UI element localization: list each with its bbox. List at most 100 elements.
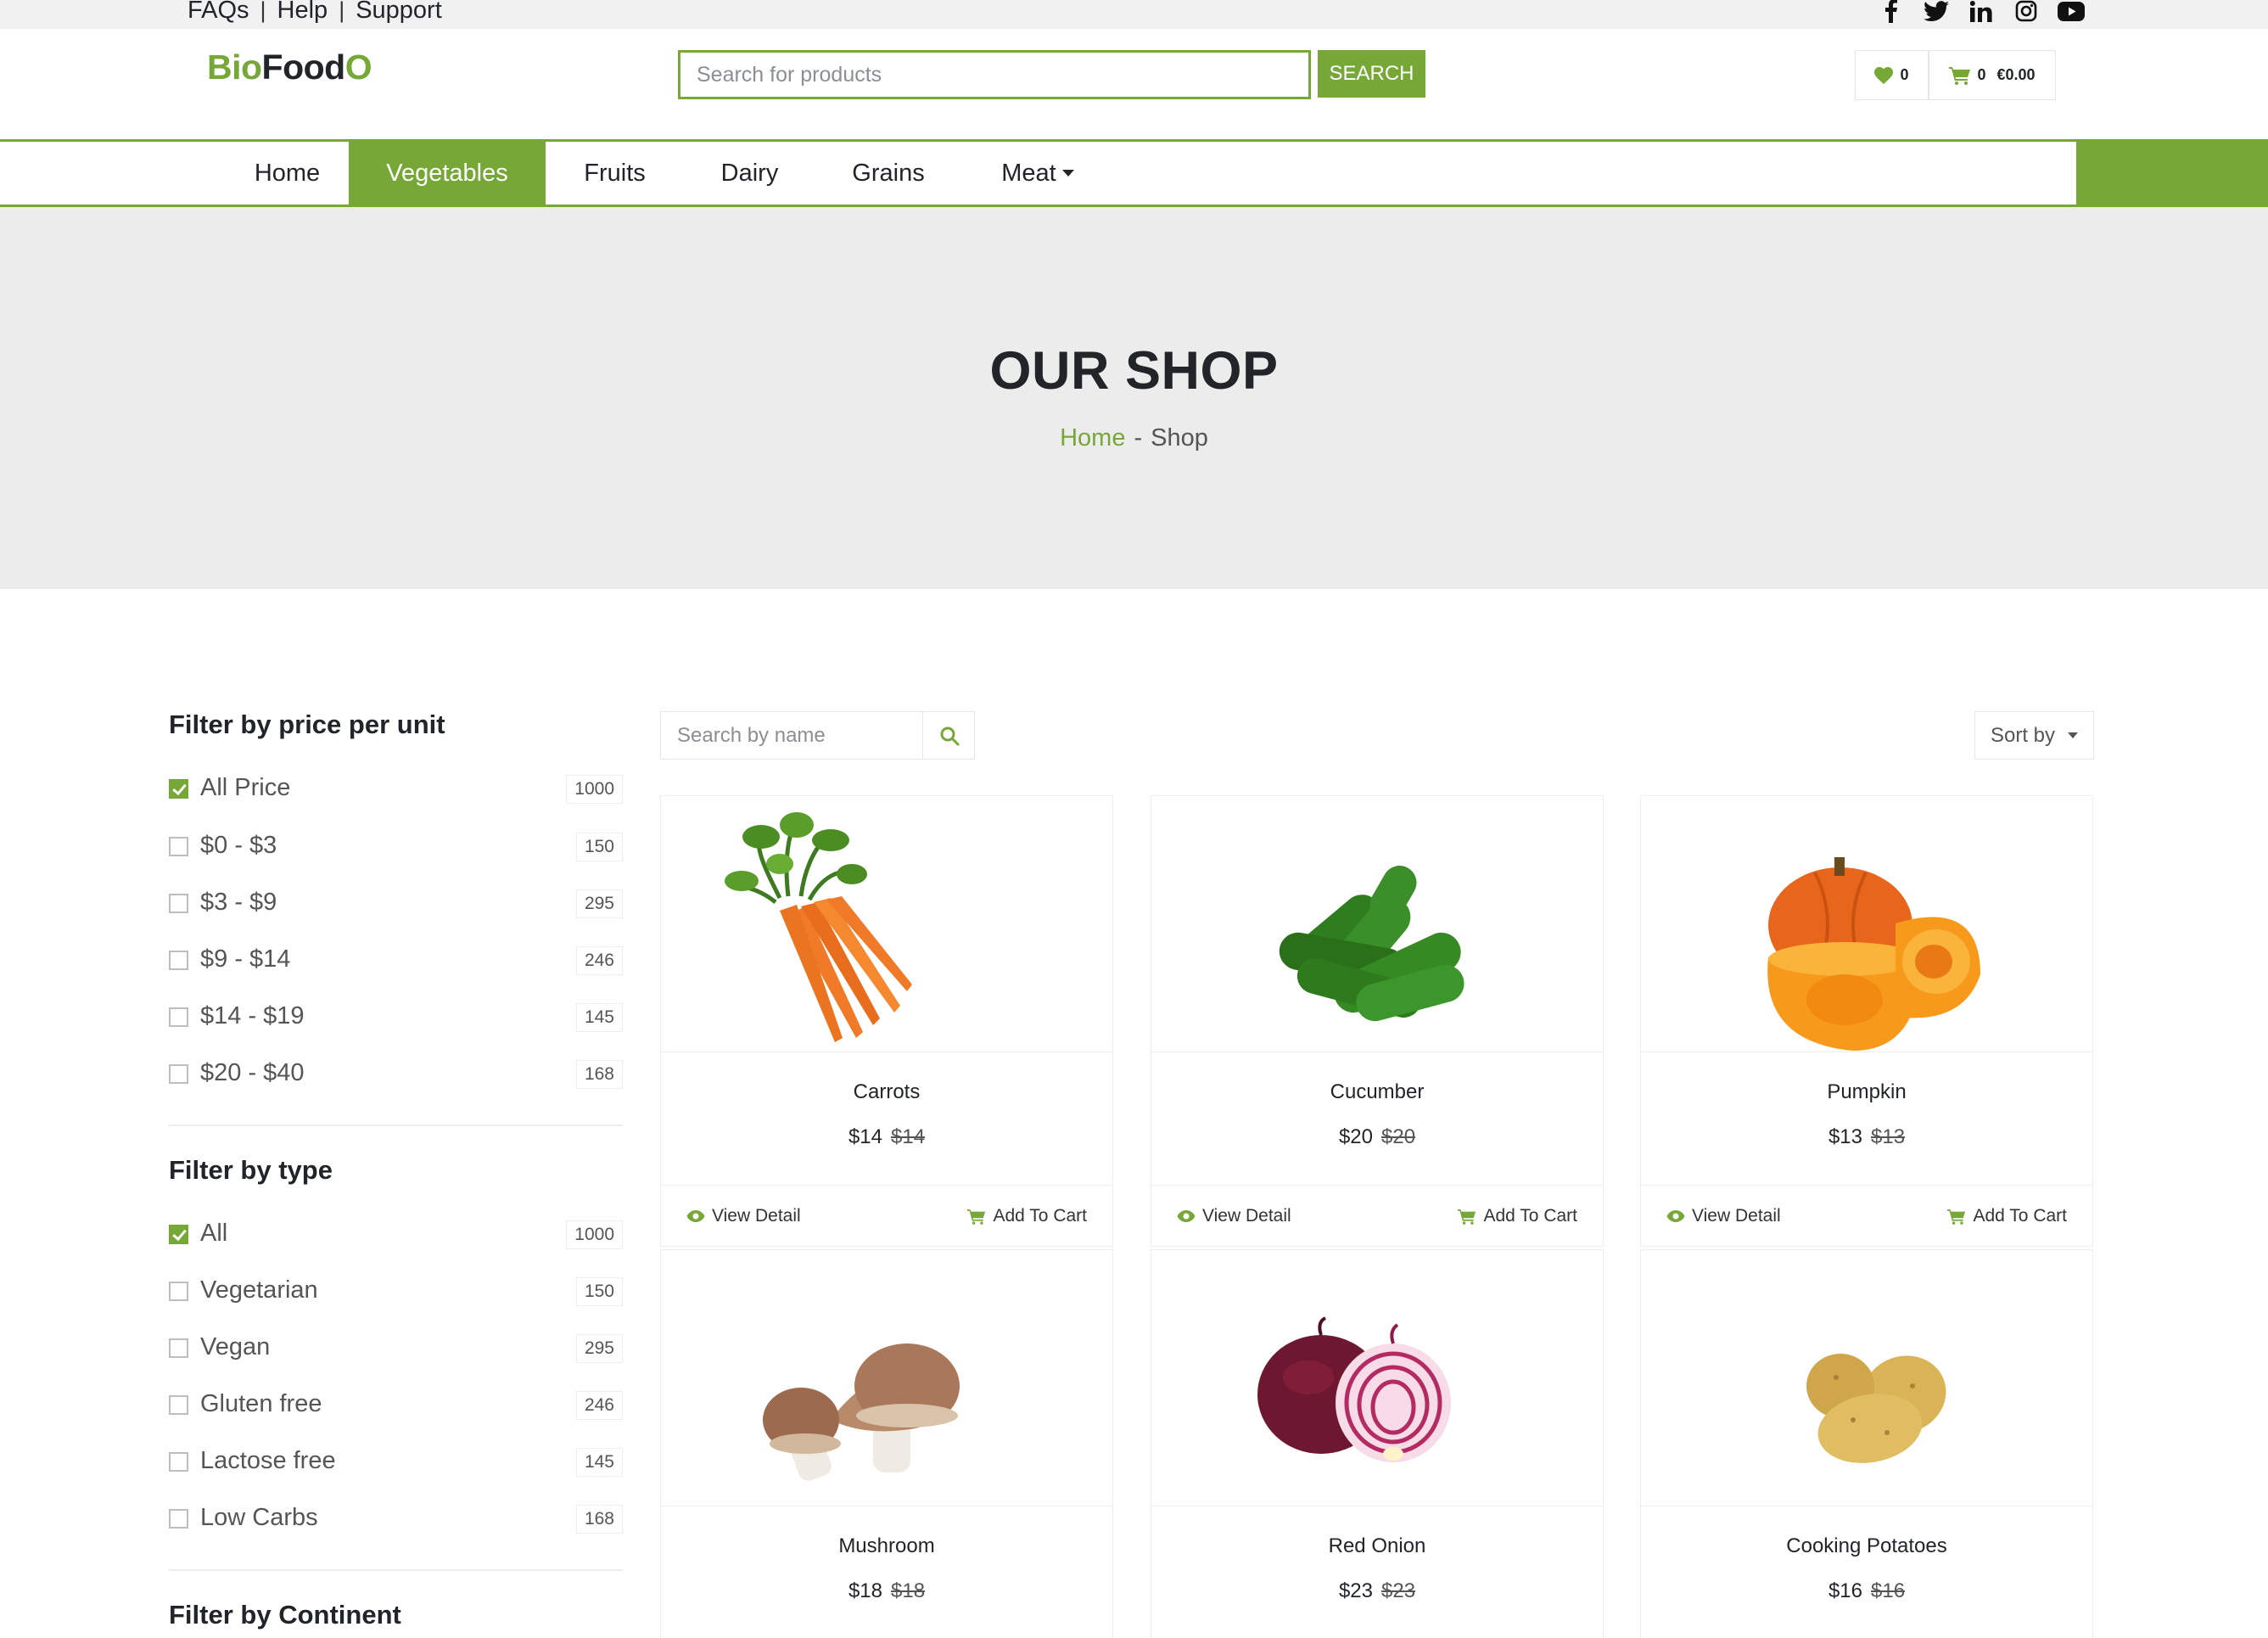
page-title: OUR SHOP — [989, 341, 1279, 401]
cart-button[interactable]: 0 €0.00 — [1929, 50, 2056, 100]
filter-label: Vegetarian — [200, 1276, 318, 1304]
product-search-input[interactable]: Search for products — [678, 50, 1311, 99]
checkbox[interactable] — [169, 837, 188, 856]
search-button[interactable]: SEARCH — [1318, 50, 1425, 98]
checkbox[interactable] — [169, 1338, 188, 1358]
checkbox[interactable] — [169, 894, 188, 913]
product-card[interactable]: Cooking Potatoes $16 $16 — [1640, 1249, 2093, 1638]
youtube-icon[interactable] — [2057, 0, 2085, 24]
view-detail-button[interactable]: View Detail — [1666, 1186, 1781, 1247]
checkbox[interactable] — [169, 1064, 188, 1084]
type-filter-option[interactable]: Vegetarian 150 — [169, 1276, 623, 1311]
price-filter-option[interactable]: $9 - $14 246 — [169, 945, 623, 980]
breadcrumb-home[interactable]: Home — [1060, 424, 1125, 452]
faqs-link[interactable]: FAQs — [188, 0, 249, 25]
search-icon[interactable] — [922, 712, 975, 759]
product-card[interactable]: Pumpkin $13 $13 View Detail Add To Cart — [1640, 795, 2093, 1247]
facebook-icon[interactable] — [1877, 0, 1905, 24]
price-filter-option[interactable]: $0 - $3 150 — [169, 832, 623, 867]
filter-count: 1000 — [566, 775, 623, 804]
eye-icon — [1177, 1210, 1196, 1222]
checkbox[interactable] — [169, 1007, 188, 1027]
linkedin-icon[interactable] — [1967, 0, 1995, 24]
add-to-cart-button[interactable]: Add To Cart — [1458, 1186, 1577, 1247]
type-filter-title: Filter by type — [169, 1155, 333, 1185]
cart-icon — [1947, 1209, 1966, 1225]
product-image[interactable] — [1641, 796, 2092, 1052]
product-card[interactable]: Red Onion $23 $23 — [1151, 1249, 1604, 1638]
search-placeholder: Search for products — [697, 62, 882, 87]
filter-count: 1000 — [566, 1220, 623, 1249]
checkbox[interactable] — [169, 1509, 188, 1529]
checkbox[interactable] — [169, 1225, 188, 1244]
product-name[interactable]: Pumpkin — [1641, 1080, 2092, 1104]
mushroom-image — [763, 1343, 960, 1481]
old-price: $13 — [1871, 1125, 1906, 1148]
add-to-cart-button[interactable]: Add To Cart — [967, 1186, 1087, 1247]
type-filter-option[interactable]: Low Carbs 168 — [169, 1504, 623, 1539]
nav-vegetables[interactable]: Vegetables — [349, 142, 546, 205]
product-name[interactable]: Mushroom — [661, 1534, 1112, 1558]
topbar-links: FAQs | Help | Support — [188, 0, 442, 25]
checkbox[interactable] — [169, 779, 188, 799]
type-filter-option[interactable]: Vegan 295 — [169, 1333, 623, 1368]
nav-fruits[interactable]: Fruits — [546, 142, 684, 205]
logo[interactable]: BioFoodO — [207, 48, 372, 87]
continent-filter-title: Filter by Continent — [169, 1600, 401, 1630]
product-name[interactable]: Cucumber — [1151, 1080, 1603, 1104]
price-filter-option[interactable]: $20 - $40 168 — [169, 1059, 623, 1094]
product-image[interactable] — [1151, 1250, 1603, 1506]
type-filter-option[interactable]: All 1000 — [169, 1220, 623, 1254]
name-search-input[interactable]: Search by name — [660, 711, 975, 760]
old-price: $16 — [1871, 1579, 1906, 1602]
wishlist-button[interactable]: 0 — [1855, 50, 1929, 100]
card-actions: View Detail Add To Cart — [1151, 1185, 1603, 1246]
view-detail-button[interactable]: View Detail — [1177, 1186, 1291, 1247]
checkbox[interactable] — [169, 1395, 188, 1415]
filter-label: $14 - $19 — [200, 1002, 305, 1029]
product-card[interactable]: Carrots $14 $14 View Detail Add To Cart — [660, 795, 1113, 1247]
product-name[interactable]: Red Onion — [1151, 1534, 1603, 1558]
view-detail-label: View Detail — [1692, 1206, 1781, 1226]
product-card[interactable]: Cucumber $20 $20 View Detail Add To Cart — [1151, 795, 1604, 1247]
card-actions: View Detail Add To Cart — [1641, 1185, 2092, 1246]
price-filter-option[interactable]: $3 - $9 295 — [169, 889, 623, 923]
support-link[interactable]: Support — [356, 0, 442, 25]
filter-label: All Price — [200, 774, 291, 801]
sort-dropdown[interactable]: Sort by — [1974, 711, 2094, 760]
cart-total: €0.00 — [1996, 66, 2036, 83]
nav-dairy[interactable]: Dairy — [684, 142, 815, 205]
price-filter-option[interactable]: All Price 1000 — [169, 774, 623, 809]
nav-meat[interactable]: Meat — [961, 142, 1114, 205]
twitter-icon[interactable] — [1922, 0, 1950, 24]
add-to-cart-button[interactable]: Add To Cart — [1947, 1186, 2067, 1247]
product-name[interactable]: Carrots — [661, 1080, 1112, 1104]
checkbox[interactable] — [169, 1282, 188, 1301]
checkbox[interactable] — [169, 951, 188, 970]
logo-part-food: Food — [261, 48, 346, 87]
chevron-down-icon — [1061, 170, 1074, 177]
filter-label: $3 - $9 — [200, 889, 277, 916]
divider — [169, 1125, 623, 1126]
filter-count: 246 — [575, 1391, 623, 1420]
view-detail-button[interactable]: View Detail — [686, 1186, 801, 1247]
filter-label: $9 - $14 — [200, 945, 291, 973]
help-link[interactable]: Help — [277, 0, 328, 25]
nav-meat-label: Meat — [1001, 159, 1056, 187]
nav-home[interactable]: Home — [226, 142, 349, 205]
price-filter-option[interactable]: $14 - $19 145 — [169, 1002, 623, 1037]
type-filter-option[interactable]: Gluten free 246 — [169, 1390, 623, 1425]
main-nav: Home Vegetables Fruits Dairy Grains Meat — [0, 139, 2268, 207]
product-name[interactable]: Cooking Potatoes — [1641, 1534, 2092, 1558]
product-image[interactable] — [661, 1250, 1112, 1506]
product-image[interactable] — [661, 796, 1112, 1052]
checkbox[interactable] — [169, 1452, 188, 1472]
filter-count: 295 — [575, 1334, 623, 1363]
filter-count: 150 — [575, 833, 623, 861]
nav-grains[interactable]: Grains — [815, 142, 961, 205]
product-card[interactable]: Mushroom $18 $18 — [660, 1249, 1113, 1638]
product-image[interactable] — [1151, 796, 1603, 1052]
instagram-icon[interactable] — [2012, 0, 2040, 24]
type-filter-option[interactable]: Lactose free 145 — [169, 1447, 623, 1482]
product-image[interactable] — [1641, 1250, 2092, 1506]
